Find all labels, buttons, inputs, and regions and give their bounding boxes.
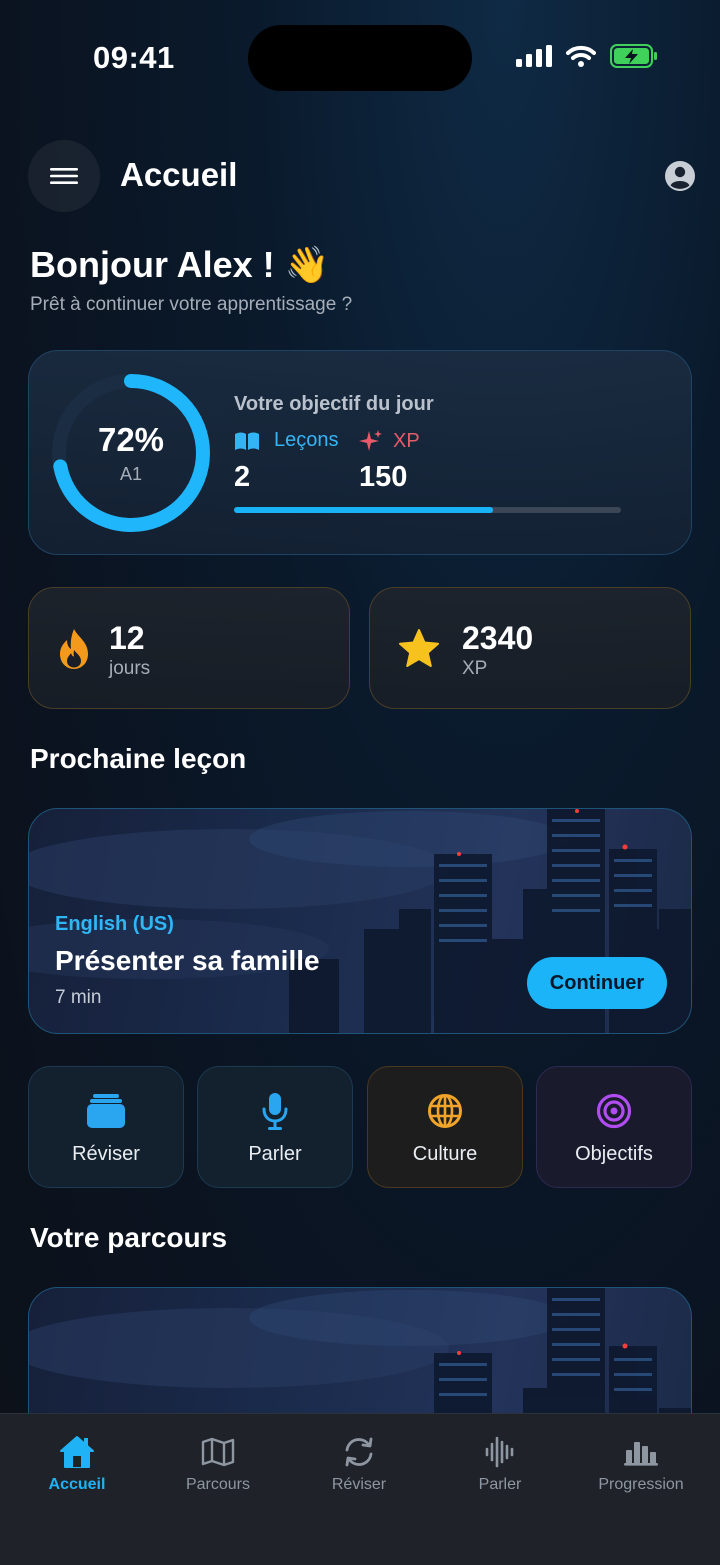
status-bar: 09:41 xyxy=(0,0,720,110)
star-icon xyxy=(398,628,440,675)
next-lesson-heading: Prochaine leçon xyxy=(30,743,247,774)
tab-home[interactable]: Accueil xyxy=(7,1432,147,1494)
page-title: Accueil xyxy=(120,156,238,193)
goal-progress-bar xyxy=(234,507,621,513)
tab-label: Parler xyxy=(478,1476,522,1493)
level-label: A1 xyxy=(119,464,143,484)
quick-action-review[interactable]: Réviser xyxy=(28,1066,184,1188)
tab-speak[interactable]: Parler xyxy=(430,1432,570,1494)
goal-progress-fill xyxy=(234,507,494,513)
goal-title: Votre objectif du jour xyxy=(234,393,434,415)
status-time: 09:41 xyxy=(93,40,175,75)
quick-action-label: Réviser xyxy=(72,1143,140,1165)
menu-button[interactable] xyxy=(28,140,100,212)
daily-goal-card[interactable]: 72% A1 Votre objectif du jour Leçons XP … xyxy=(28,350,692,555)
lessons-label: Leçons xyxy=(274,429,339,451)
microphone-icon xyxy=(262,1093,288,1130)
map-icon xyxy=(201,1437,235,1467)
dynamic-island xyxy=(248,25,472,91)
xp-value: 150 xyxy=(359,461,408,493)
lessons-legend: Leçons xyxy=(234,429,339,452)
lesson-title: Présenter sa famille xyxy=(55,945,320,976)
book-icon xyxy=(235,432,259,450)
quick-action-label: Parler xyxy=(248,1143,302,1165)
profile-button[interactable] xyxy=(662,158,698,194)
quick-action-label: Objectifs xyxy=(575,1143,653,1165)
tab-label: Accueil xyxy=(48,1476,106,1493)
xp-label: XP xyxy=(393,429,420,452)
target-icon xyxy=(596,1093,632,1129)
streak-value: 12 xyxy=(109,620,145,656)
greeting-subtitle: Prêt à continuer votre apprentissage ? xyxy=(30,294,353,315)
home-icon xyxy=(60,1436,94,1468)
hamburger-icon xyxy=(50,168,78,184)
user-icon xyxy=(665,161,695,191)
sparkle-icon xyxy=(359,430,382,451)
quick-action-label: Culture xyxy=(412,1143,478,1165)
lessons-value: 2 xyxy=(234,461,251,493)
soundwave-icon xyxy=(485,1436,514,1468)
tab-journey[interactable]: Parcours xyxy=(148,1432,288,1494)
journey-heading: Votre parcours xyxy=(30,1222,228,1253)
wifi-icon xyxy=(566,45,596,67)
fire-icon xyxy=(57,628,91,675)
lesson-language: English (US) xyxy=(55,913,174,935)
tab-progress[interactable]: Progression xyxy=(571,1432,711,1494)
tab-label: Parcours xyxy=(185,1476,251,1493)
status-icons xyxy=(516,44,658,68)
streak-card[interactable]: 12 jours xyxy=(28,587,350,709)
progress-percent: 72% xyxy=(97,421,165,458)
quick-action-goals[interactable]: Objectifs xyxy=(536,1066,692,1188)
quick-action-speak[interactable]: Parler xyxy=(197,1066,353,1188)
battery-icon xyxy=(610,44,657,68)
tab-review[interactable]: Réviser xyxy=(289,1432,429,1494)
total-xp-value: 2340 xyxy=(462,620,534,656)
streak-unit: jours xyxy=(109,658,151,679)
total-xp-unit: XP xyxy=(462,658,488,679)
globe-icon xyxy=(428,1094,462,1128)
header: Accueil xyxy=(28,140,698,212)
continue-button[interactable]: Continuer xyxy=(527,957,667,1009)
xp-legend: XP xyxy=(359,429,420,453)
bar-chart-icon xyxy=(624,1442,658,1466)
tab-label: Progression xyxy=(598,1476,684,1493)
greeting-title: Bonjour Alex ! 👋 xyxy=(30,244,330,285)
signal-icon xyxy=(516,45,552,67)
tab-bar: Accueil Parcours Réviser Parler Progress… xyxy=(0,1413,720,1565)
tab-label: Réviser xyxy=(331,1476,387,1493)
quick-action-culture[interactable]: Culture xyxy=(367,1066,523,1188)
cards-icon xyxy=(87,1094,125,1128)
total-xp-card[interactable]: 2340 XP xyxy=(369,587,691,709)
lesson-duration: 7 min xyxy=(55,987,102,1008)
next-lesson-card[interactable]: English (US) Présenter sa famille 7 min … xyxy=(28,808,692,1034)
refresh-icon xyxy=(345,1437,373,1467)
